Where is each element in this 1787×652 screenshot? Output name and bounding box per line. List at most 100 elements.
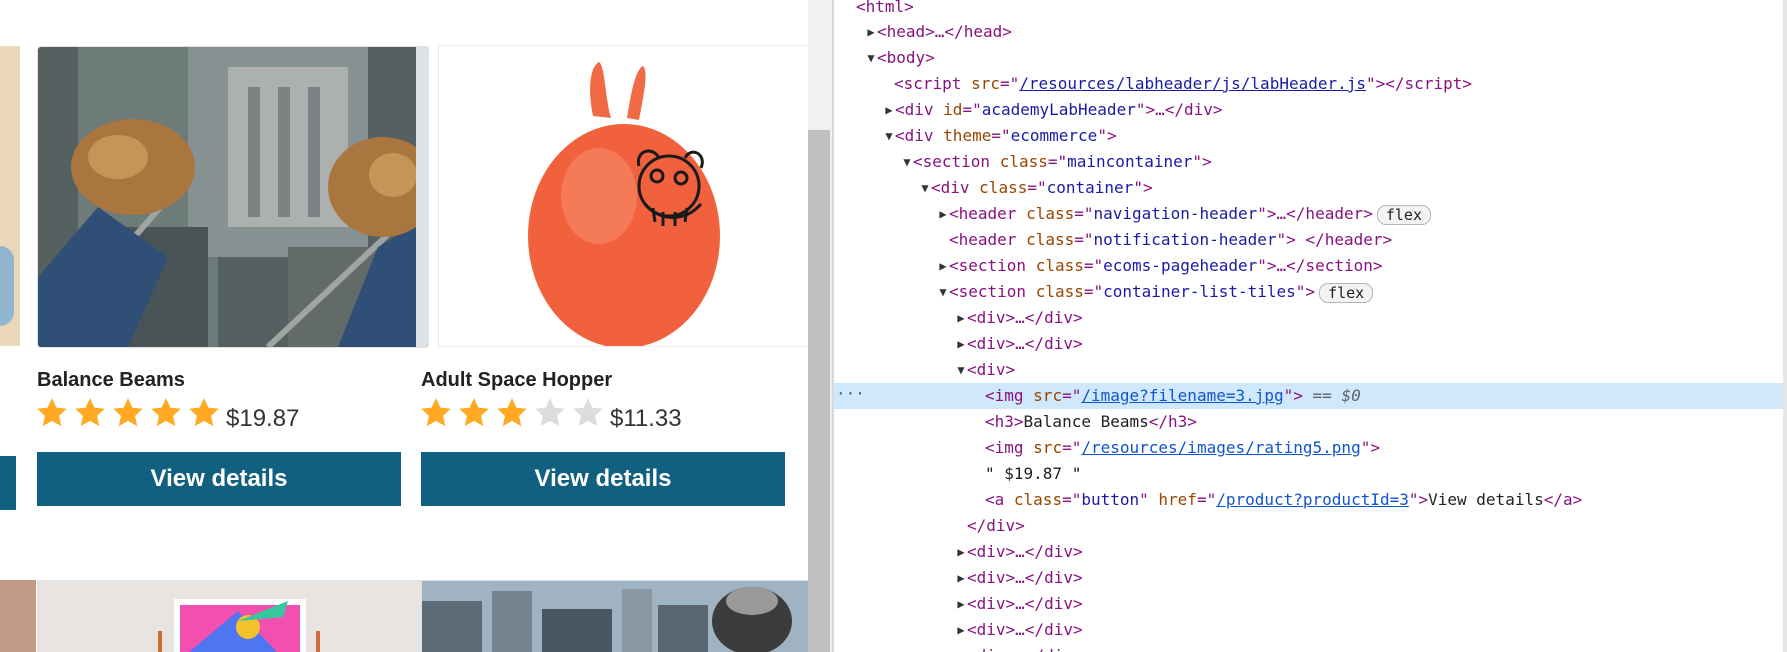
dom-node-script[interactable]: <script src="/resources/labheader/js/lab… xyxy=(834,71,1787,97)
city-photo xyxy=(422,581,808,652)
tag-div-close: </div> xyxy=(967,516,1025,535)
product-image-balance-beams[interactable] xyxy=(37,46,429,348)
attr-class-value: notification-header xyxy=(1093,230,1277,249)
dom-node-img-rating[interactable]: <img src="/resources/images/rating5.png"… xyxy=(834,435,1787,461)
dom-node-html[interactable]: <html> xyxy=(834,0,1787,20)
dom-node-div-collapsed[interactable]: ▶ <div>…</div> xyxy=(834,305,1787,331)
star-filled-icon xyxy=(151,398,181,427)
view-details-button-partial[interactable] xyxy=(0,456,16,510)
expand-arrow-icon[interactable]: ▶ xyxy=(954,539,968,565)
star-empty-icon xyxy=(573,398,603,427)
dom-node-div-collapsed[interactable]: ▶ <div>…</div> xyxy=(834,539,1787,565)
flex-badge[interactable]: flex xyxy=(1376,204,1431,225)
rating-src-link[interactable]: /resources/images/rating5.png xyxy=(1081,438,1360,457)
tag-head: <head>…</head> xyxy=(877,22,1012,41)
attr-class-value: button xyxy=(1081,490,1140,509)
collapse-arrow-icon[interactable]: ▼ xyxy=(918,175,932,201)
product-image-row2-city[interactable] xyxy=(421,580,808,652)
dom-node-body[interactable]: ▼ <body> xyxy=(834,45,1787,71)
tag-html: <html> xyxy=(856,0,914,16)
rating-stars xyxy=(35,396,225,430)
dom-node-notification-header[interactable]: <header class="notification-header"> </h… xyxy=(834,227,1787,253)
flex-badge[interactable]: flex xyxy=(1319,282,1374,303)
product-image-row2-art[interactable] xyxy=(37,580,423,652)
dom-node-theme-div[interactable]: ▼ <div theme="ecommerce"> xyxy=(834,123,1787,149)
art-photo xyxy=(38,581,422,652)
dom-node-h3[interactable]: <h3>Balance Beams</h3> xyxy=(834,409,1787,435)
collapse-arrow-icon[interactable]: ▼ xyxy=(882,123,896,149)
expand-arrow-icon[interactable]: ▶ xyxy=(954,617,968,643)
attr-class-value: navigation-header xyxy=(1093,204,1258,223)
browser-viewport: Balance Beams $19.87 View details Adult … xyxy=(0,0,1787,652)
tag-div: <div>…</div> xyxy=(967,334,1083,353)
product-href-link[interactable]: /product?productId=3 xyxy=(1216,490,1409,509)
dom-node-div-close[interactable]: </div> xyxy=(834,513,1787,539)
star-filled-icon xyxy=(497,398,527,427)
more-options-icon[interactable]: ··· xyxy=(836,383,865,409)
star-filled-icon xyxy=(189,398,219,427)
dom-node-container[interactable]: ▼ <div class="container"> xyxy=(834,175,1787,201)
dom-node-ecoms-pageheader[interactable]: ▶ <section class="ecoms-pageheader">…</s… xyxy=(834,253,1787,279)
collapse-arrow-icon[interactable]: ▼ xyxy=(954,357,968,383)
balance-beams-photo xyxy=(38,47,428,347)
product-price: $19.87 xyxy=(226,405,300,432)
h3-text: Balance Beams xyxy=(1023,412,1149,431)
dom-node-price-text[interactable]: " $19.87 " xyxy=(834,461,1787,487)
collapse-arrow-icon[interactable]: ▼ xyxy=(936,279,950,305)
product-name: Adult Space Hopper xyxy=(421,369,613,391)
expand-arrow-icon[interactable]: ▶ xyxy=(954,643,968,652)
dom-node-maincontainer[interactable]: ▼ <section class="maincontainer"> xyxy=(834,149,1787,175)
expand-arrow-icon[interactable]: ▶ xyxy=(954,331,968,357)
star-filled-icon xyxy=(75,398,105,427)
dom-node-div-collapsed[interactable]: ▶ <div>…</div> xyxy=(834,591,1787,617)
dom-node-academy-header[interactable]: ▶ <div id="academyLabHeader">…</div> xyxy=(834,97,1787,123)
img-src-link[interactable]: /image?filename=3.jpg xyxy=(1081,386,1283,405)
dom-node-head[interactable]: ▶ <head>…</head> xyxy=(834,19,1787,45)
tag-div: <div>…</div> xyxy=(967,308,1083,327)
expand-arrow-icon[interactable]: ▶ xyxy=(954,591,968,617)
dom-node-div-collapsed[interactable]: ▶ <div>…</div> xyxy=(834,331,1787,357)
devtools-scrollbar[interactable] xyxy=(1783,0,1787,652)
tag-div: <div>…</div> xyxy=(967,594,1083,613)
attr-class-value: container-list-tiles xyxy=(1103,282,1296,301)
star-filled-icon xyxy=(37,398,67,427)
dom-node-a-button[interactable]: <a class="button" href="/product?product… xyxy=(834,487,1787,513)
script-src-link[interactable]: /resources/labheader/js/labHeader.js xyxy=(1019,74,1366,93)
expand-arrow-icon[interactable]: ▶ xyxy=(954,565,968,591)
dom-node-div-open[interactable]: ▼ <div> xyxy=(834,357,1787,383)
selected-node-marker: == $0 xyxy=(1312,386,1361,405)
tag-div: <div>…</div> xyxy=(967,620,1083,639)
product-price: $11.33 xyxy=(610,405,682,432)
dom-node-navigation-header[interactable]: ▶ <header class="navigation-header">…</h… xyxy=(834,201,1787,227)
product-image-partial-left[interactable] xyxy=(0,46,20,346)
price-text-node: " $19.87 " xyxy=(985,464,1082,483)
dom-node-div-collapsed[interactable]: ▶ <div>…</div> xyxy=(834,617,1787,643)
star-filled-icon xyxy=(459,398,489,427)
page-scrollbar-thumb[interactable] xyxy=(808,130,830,652)
tag-body: <body> xyxy=(877,48,935,67)
dom-node-div-collapsed-partial[interactable]: ▶ <div>…</div> xyxy=(834,643,1787,652)
collapse-arrow-icon[interactable]: ▼ xyxy=(900,149,914,175)
product-image-adult-space-hopper[interactable] xyxy=(438,45,808,347)
collapse-arrow-icon[interactable]: ▼ xyxy=(864,45,878,71)
dom-node-img-selected[interactable]: ··· <img src="/image?filename=3.jpg"> ==… xyxy=(834,383,1787,409)
expand-arrow-icon[interactable]: ▶ xyxy=(864,19,878,45)
view-details-button[interactable]: View details xyxy=(421,452,785,506)
devtools-elements-panel: <html> ▶ <head>…</head> ▼ <body> <script… xyxy=(834,0,1787,652)
expand-arrow-icon[interactable]: ▶ xyxy=(936,253,950,279)
a-text: View details xyxy=(1428,490,1544,509)
view-details-button[interactable]: View details xyxy=(37,452,401,506)
expand-arrow-icon[interactable]: ▶ xyxy=(954,305,968,331)
attr-class-value: ecoms-pageheader xyxy=(1103,256,1258,275)
dom-node-container-list-tiles[interactable]: ▼ <section class="container-list-tiles">… xyxy=(834,279,1787,305)
product-image-row2-partial-left[interactable] xyxy=(0,580,36,652)
space-hopper-photo xyxy=(528,62,720,346)
tag-div: <div>…</div> xyxy=(967,542,1083,561)
expand-arrow-icon[interactable]: ▶ xyxy=(882,97,896,123)
attr-theme-value: ecommerce xyxy=(1010,126,1098,145)
expand-arrow-icon[interactable]: ▶ xyxy=(936,201,950,227)
star-filled-icon xyxy=(113,398,143,427)
shop-page: Balance Beams $19.87 View details Adult … xyxy=(0,0,808,652)
tag-div: <div>…</div> xyxy=(967,646,1083,652)
dom-node-div-collapsed[interactable]: ▶ <div>…</div> xyxy=(834,565,1787,591)
